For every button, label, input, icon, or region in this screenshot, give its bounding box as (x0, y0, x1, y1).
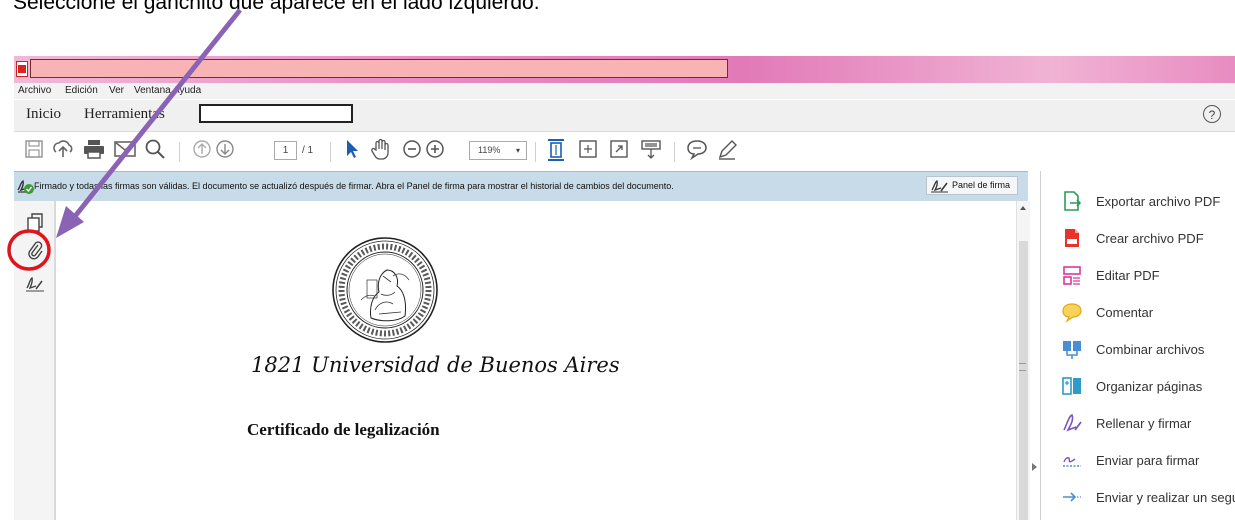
print-icon[interactable] (82, 138, 106, 160)
tool-label: Crear archivo PDF (1096, 231, 1204, 246)
full-screen-icon[interactable] (608, 138, 630, 160)
create-pdf-icon (1065, 229, 1079, 247)
send-for-signature-icon (1063, 457, 1081, 467)
zoom-out-icon[interactable] (401, 138, 423, 160)
signature-valid-icon (17, 179, 34, 194)
zoom-in-icon[interactable] (424, 138, 446, 160)
chevron-down-icon: ▾ (515, 146, 520, 155)
page-total-label: / 1 (302, 145, 314, 156)
toolbar-divider (674, 142, 675, 162)
signature-pen-icon (931, 180, 948, 193)
tool-label: Editar PDF (1096, 268, 1160, 283)
tool-label: Combinar archivos (1096, 342, 1205, 357)
tab-bar: Inicio Herramientas ? (14, 100, 1235, 132)
edit-pdf-icon (1063, 266, 1081, 285)
acrobat-app-icon (16, 61, 28, 77)
signature-status-message: Firmado y todas las firmas son válidas. … (34, 181, 674, 191)
window-title-bar[interactable] (14, 56, 1235, 83)
menu-ventana[interactable]: Ventana (134, 85, 171, 96)
signature-panel-label: Panel de firma (952, 180, 1011, 190)
page-thumbnails-icon[interactable] (26, 212, 44, 232)
menu-ver[interactable]: Ver (109, 85, 124, 96)
tool-label: Exportar archivo PDF (1096, 194, 1221, 209)
left-navigation-panel (14, 201, 55, 520)
redacted-window-title (30, 59, 728, 78)
tab-inicio[interactable]: Inicio (26, 106, 61, 123)
zoom-level-value: 119% (478, 145, 501, 155)
page-number-input[interactable]: 1 (274, 141, 297, 160)
organize-pages-icon (1062, 377, 1081, 395)
tool-label: Enviar y realizar un segu (1096, 490, 1235, 505)
instruction-caption: Seleccione el ganchito que aparece en el… (13, 0, 540, 14)
redacted-document-tab[interactable] (199, 104, 353, 123)
save-icon[interactable] (23, 138, 45, 160)
pdf-document-view[interactable]: 1821 Universidad de Buenos Aires Certifi… (55, 201, 1016, 520)
menu-archivo[interactable]: Archivo (18, 85, 51, 96)
attachments-paperclip-icon[interactable] (26, 240, 44, 260)
toolbar-divider (535, 142, 536, 162)
export-pdf-icon (1064, 191, 1082, 211)
send-track-arrow-icon (1063, 492, 1081, 502)
combine-files-icon (1063, 341, 1081, 359)
menu-bar: Archivo Edición Ver Ventana Ayuda (14, 83, 1235, 99)
menu-edicion[interactable]: Edición (65, 85, 98, 96)
scrollbar-thumb[interactable] (1019, 241, 1028, 520)
next-page-icon[interactable] (214, 138, 236, 160)
search-icon[interactable] (144, 138, 166, 160)
previous-page-icon[interactable] (191, 138, 213, 160)
highlight-pen-icon[interactable] (716, 138, 738, 160)
tool-label: Comentar (1096, 305, 1154, 320)
fill-sign-icon (1063, 414, 1082, 432)
main-toolbar: 1 / 1 119% ▾ (14, 132, 1235, 170)
comment-bubble-icon (1062, 303, 1082, 323)
zoom-level-select[interactable]: 119% ▾ (469, 141, 527, 160)
certificate-title: Certificado de legalización (247, 420, 440, 439)
signature-status-bar: Firmado y todas las firmas son válidas. … (14, 171, 1028, 202)
university-seal-logo (332, 237, 438, 343)
cloud-upload-icon[interactable] (52, 138, 74, 160)
tool-label: Rellenar y firmar (1096, 416, 1192, 431)
signatures-panel-icon[interactable] (25, 275, 45, 293)
university-name: 1821 Universidad de Buenos Aires (251, 353, 620, 377)
tools-pane: Exportar archivo PDF Crear archivo PDF E… (1040, 171, 1235, 520)
scroll-grip-icon (1019, 363, 1026, 371)
tool-label: Organizar páginas (1096, 379, 1203, 394)
read-mode-icon[interactable] (639, 138, 663, 162)
tab-herramientas[interactable]: Herramientas (84, 106, 165, 123)
expand-right-panel-icon[interactable] (1032, 463, 1037, 471)
comment-icon[interactable] (686, 138, 708, 160)
menu-ayuda[interactable]: Ayuda (173, 85, 201, 96)
signature-panel-button[interactable]: Panel de firma (926, 176, 1018, 195)
fit-width-icon[interactable] (577, 138, 599, 160)
toolbar-divider (330, 142, 331, 162)
toolbar-divider (179, 142, 180, 162)
select-pointer-icon[interactable] (342, 138, 362, 160)
tool-label: Enviar para firmar (1096, 453, 1200, 468)
scroll-up-icon[interactable] (1020, 206, 1026, 210)
help-icon[interactable]: ? (1203, 105, 1221, 123)
fit-page-icon[interactable] (545, 138, 567, 162)
vertical-scrollbar[interactable] (1016, 201, 1030, 520)
hand-tool-icon[interactable] (369, 138, 393, 162)
email-icon[interactable] (113, 138, 137, 160)
